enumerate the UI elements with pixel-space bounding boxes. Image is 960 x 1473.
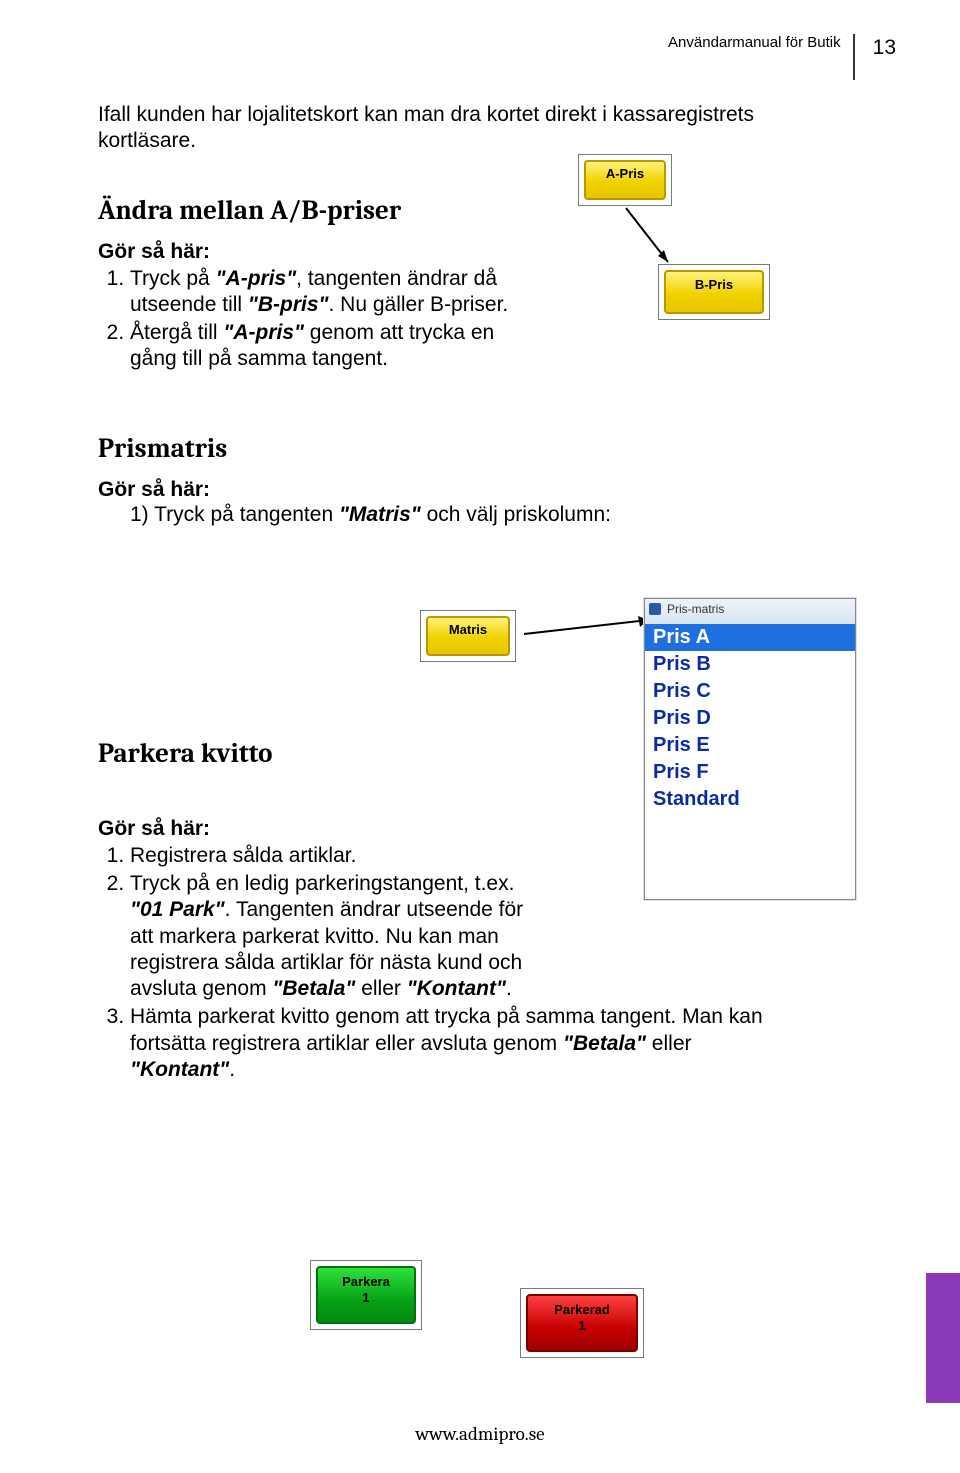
a-pris-button[interactable]: A-Pris [584,160,666,200]
figure-park-buttons: Parkera 1 Parkerad 1 [310,1260,770,1380]
price-matrix-popup: Pris-matris Pris A Pris B Pris C Pris D … [644,598,856,900]
heading-prismatris: Prismatris [98,433,896,464]
page-number: 13 [853,34,896,80]
step-ab-2: Återgå till "A-pris" genom att trycka en… [130,320,530,373]
price-option-c[interactable]: Pris C [645,678,855,705]
arrow-matris-to-list-icon [520,612,660,642]
page-header: Användarmanual för Butik 13 [98,34,896,80]
price-option-f[interactable]: Pris F [645,759,855,786]
side-color-strip [926,1273,960,1403]
a-pris-frame: A-Pris [578,154,672,206]
b-pris-button[interactable]: B-Pris [664,270,764,314]
intro-paragraph: Ifall kunden har lojalitetskort kan man … [98,102,798,155]
price-option-b[interactable]: Pris B [645,651,855,678]
parkera-button[interactable]: Parkera 1 [316,1266,416,1324]
step-prism-1: 1) Tryck på tangenten "Matris" och välj … [130,502,830,528]
parkerad-frame: Parkerad 1 [520,1288,644,1358]
parkerad-button[interactable]: Parkerad 1 [526,1294,638,1352]
matris-button[interactable]: Matris [426,616,510,656]
manual-title: Användarmanual för Butik [668,34,841,51]
price-option-e[interactable]: Pris E [645,732,855,759]
step-ab-1: Tryck på "A-pris", tangenten ändrar då u… [130,266,530,319]
steps-list-ab: Tryck på "A-pris", tangenten ändrar då u… [98,266,530,373]
price-option-a[interactable]: Pris A [645,624,855,651]
matris-frame: Matris [420,610,516,662]
figure-prismatris: Matris Pris-matris Pris A Pris B Pris C … [420,598,880,958]
document-page: Användarmanual för Butik 13 Ifall kunden… [0,0,960,1473]
steps-label-prism: Gör så här: [98,478,896,502]
popup-app-icon [649,603,661,615]
b-pris-frame: B-Pris [658,264,770,320]
popup-titlebar: Pris-matris [645,599,855,624]
parkera-frame: Parkera 1 [310,1260,422,1330]
price-option-standard[interactable]: Standard [645,786,855,813]
price-option-d[interactable]: Pris D [645,705,855,732]
page-footer-url: www.admipro.se [0,1423,960,1445]
step-park-3: Hämta parkerat kvitto genom att trycka p… [130,1004,770,1083]
figure-ab-buttons: A-Pris B-Pris [548,154,848,384]
